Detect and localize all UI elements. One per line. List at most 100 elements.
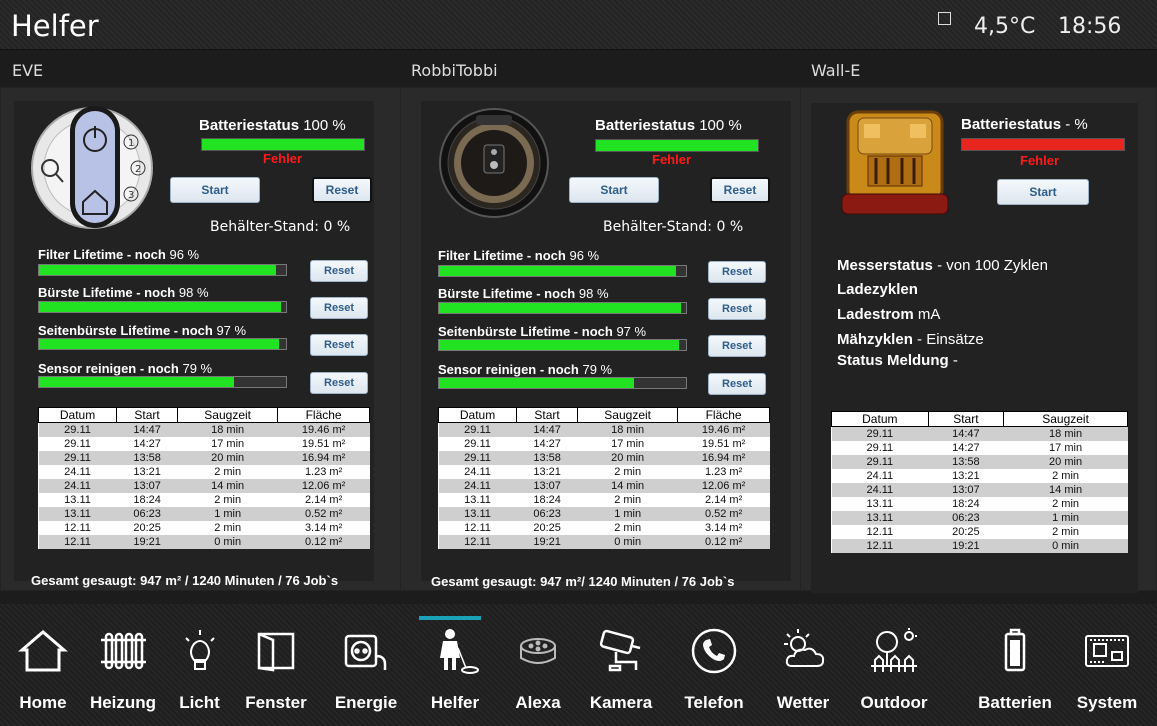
table-cell: 2 min [1003, 468, 1128, 483]
nav-alexa[interactable]: Alexa [510, 616, 566, 726]
camera-icon [599, 629, 641, 672]
battery-status-label: Batteriestatus 100 % [595, 117, 742, 134]
ladestrom: Ladestrom mA [837, 306, 940, 323]
ladezyklen: Ladezyklen [837, 281, 918, 298]
table-row: 13.11 18:24 2 min 2.14 m² [438, 492, 770, 507]
reset-brush-button[interactable]: Reset [708, 298, 766, 320]
table-cell: 24.11 [38, 464, 117, 479]
lifetime-bar-filter [438, 265, 687, 277]
nav-energie[interactable]: Energie [330, 616, 402, 726]
table-cell: 13:58 [516, 450, 578, 465]
nav-home[interactable]: Home [13, 616, 73, 726]
nav-outdoor[interactable]: Outdoor [856, 616, 932, 726]
column-header: Saugzeit [177, 407, 279, 423]
nav-label: Outdoor [860, 693, 928, 712]
nav-label: Kamera [589, 693, 653, 712]
house-icon [18, 630, 68, 672]
column-header: Saugzeit [577, 407, 679, 423]
column-header: Start [116, 407, 179, 423]
column-header: Saugzeit [1003, 411, 1128, 427]
lifetime-text: Sensor reinigen - noch [438, 362, 579, 377]
nav-licht[interactable]: Licht [172, 616, 227, 726]
table-cell: 12.06 m² [677, 478, 770, 493]
svg-text:3: 3 [128, 190, 134, 201]
table-cell: 14 min [577, 478, 678, 493]
container-value: 0 % [716, 219, 744, 235]
status-indicator [938, 12, 951, 25]
container-value: 0 % [323, 219, 351, 235]
start-button[interactable]: Start [569, 177, 659, 203]
reset-filter-button[interactable]: Reset [310, 260, 368, 282]
table-cell: 24.11 [438, 478, 517, 493]
nav-helfer[interactable]: Helfer [425, 616, 485, 726]
reset-sidebrush-button[interactable]: Reset [708, 335, 766, 357]
nav-wetter[interactable]: Wetter [770, 616, 836, 726]
table-cell: 3.14 m² [677, 520, 770, 535]
table-row: 29.11 14:47 18 min 19.46 m² [438, 422, 770, 437]
table-row: 13.11 18:24 2 min [831, 496, 1128, 511]
lifetime-label-brush: Bürste Lifetime - noch 98 % [38, 285, 209, 300]
nav-system[interactable]: System [1072, 616, 1142, 726]
table-row: 29.11 14:27 17 min [831, 440, 1128, 455]
clock: 18:56 [1058, 14, 1122, 39]
lifetime-value: 79 % [582, 362, 613, 377]
lifetime-text: Filter Lifetime - noch [38, 247, 166, 262]
table-cell: 18 min [577, 422, 678, 437]
reset-button[interactable]: Reset [710, 177, 770, 203]
reset-button[interactable]: Reset [312, 177, 372, 203]
table-cell: 14:47 [116, 422, 178, 437]
table-row: 29.11 14:27 17 min 19.51 m² [38, 436, 370, 451]
reset-brush-button[interactable]: Reset [310, 297, 368, 319]
error-text: Fehler [263, 151, 303, 166]
battery-bar [595, 139, 759, 152]
reset-sensor-button[interactable]: Reset [310, 372, 368, 394]
start-button[interactable]: Start [997, 179, 1089, 205]
messer-status: Messerstatus - von 100 Zyklen [837, 257, 1048, 274]
lifetime-label-sidebrush: Seitenbürste Lifetime - noch 97 % [438, 324, 646, 339]
phone-icon [691, 628, 737, 674]
nav-kamera[interactable]: Kamera [586, 616, 656, 726]
table-row: 12.11 19:21 0 min 0.12 m² [438, 534, 770, 549]
nav-heizung[interactable]: Heizung [88, 616, 158, 726]
nav-label: Heizung [89, 693, 157, 712]
nav-label: Licht [179, 693, 220, 712]
table-cell: 13.11 [38, 492, 117, 507]
lifetime-value: 98 % [178, 285, 209, 300]
ladezyklen-label: Ladezyklen [837, 281, 918, 298]
table-cell: 24.11 [831, 468, 929, 483]
table-cell: 1 min [177, 506, 278, 521]
nav-telefon[interactable]: Telefon [681, 616, 747, 726]
battery-status-label: Batteriestatus - % [961, 116, 1088, 133]
start-button[interactable]: Start [170, 177, 260, 203]
table-cell: 14:27 [516, 436, 578, 451]
nav-fenster[interactable]: Fenster [240, 616, 312, 726]
table-cell: 2 min [577, 520, 678, 535]
lifetime-label-filter: Filter Lifetime - noch 96 % [38, 247, 199, 262]
table-cell: 13.11 [438, 506, 517, 521]
lifetime-fill [39, 265, 277, 275]
table-cell: 18 min [1003, 426, 1128, 441]
reset-sensor-button[interactable]: Reset [708, 373, 766, 395]
lifetime-bar-sidebrush [38, 338, 287, 350]
table-cell: 0.52 m² [677, 506, 770, 521]
table-cell: 20 min [577, 450, 678, 465]
table-cell: 17 min [577, 436, 678, 451]
reset-filter-button[interactable]: Reset [708, 261, 766, 283]
lifetime-fill [39, 377, 235, 387]
table-row: 29.11 13:58 20 min 16.94 m² [38, 450, 370, 465]
nav-batterien[interactable]: Batterien [973, 616, 1057, 726]
lifetime-text: Bürste Lifetime - noch [438, 286, 576, 301]
table-cell: 06:23 [516, 506, 578, 521]
table-row: 24.11 13:21 2 min 1.23 m² [438, 464, 770, 479]
table-cell: 0.12 m² [677, 534, 770, 549]
table-cell: 13.11 [831, 496, 929, 511]
status-label: Status Meldung [837, 352, 949, 369]
lifetime-bar-sensor [38, 376, 287, 388]
history-table: Datum Start Saugzeit Fläche 29.11 14:47 18 min… [437, 407, 770, 549]
table-row: 24.11 13:21 2 min 1.23 m² [38, 464, 370, 479]
history-table: Datum Start Saugzeit 29.11 14:47 18 min 29.11 1… [831, 411, 1128, 553]
summary-text: Gesamt gesaugt: 947 m²/ 1240 Minuten / 7… [431, 574, 735, 589]
reset-sidebrush-button[interactable]: Reset [310, 334, 368, 356]
battery-label-text: Batteriestatus [199, 117, 300, 134]
ladestrom-label: Ladestrom [837, 306, 914, 323]
